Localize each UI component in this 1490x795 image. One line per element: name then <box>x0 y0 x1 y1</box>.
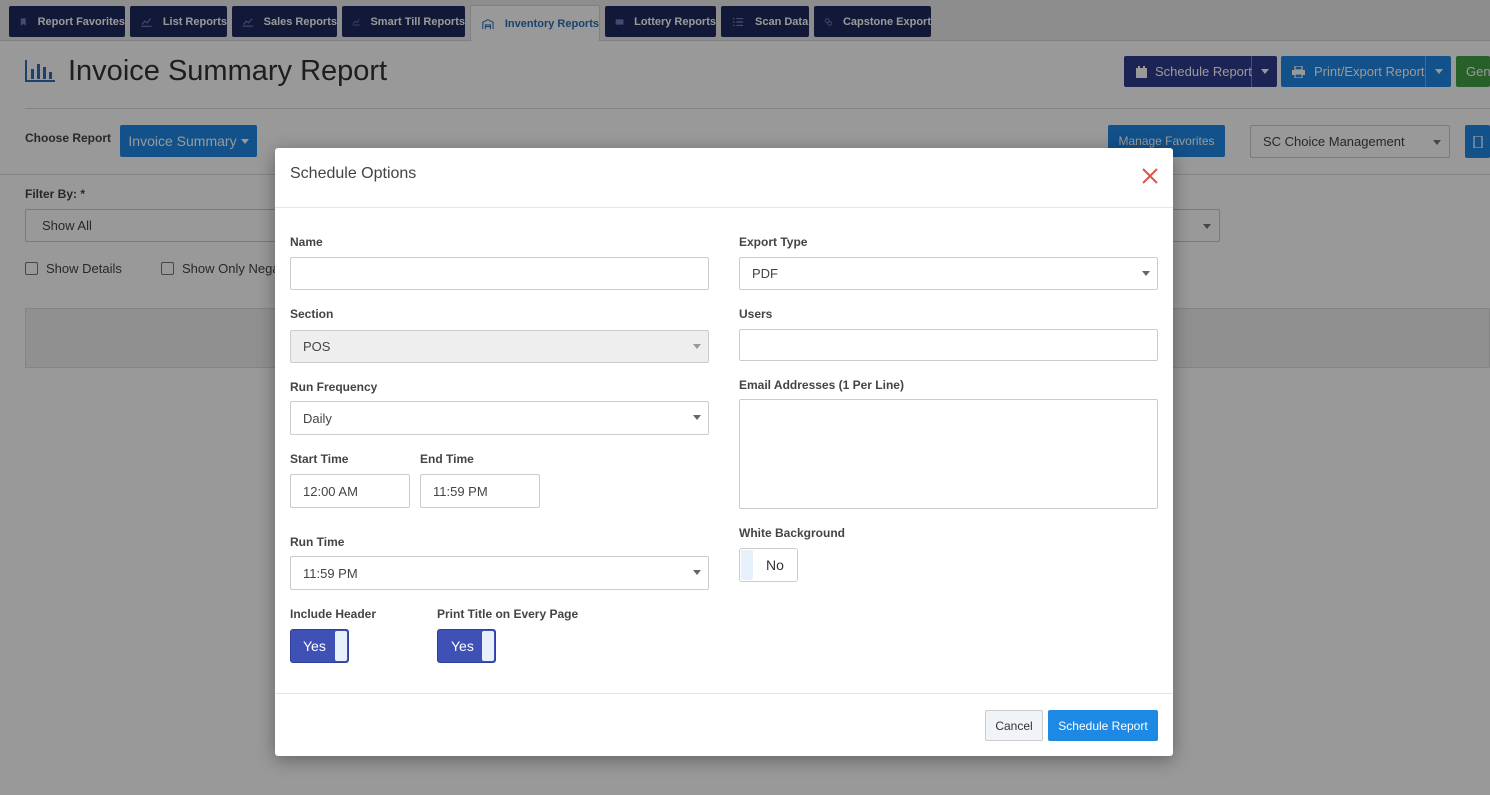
email-addresses-label: Email Addresses (1 Per Line) <box>739 378 904 392</box>
section-label: Section <box>290 307 334 321</box>
chevron-down-icon <box>693 415 701 420</box>
run-frequency-label: Run Frequency <box>290 380 378 394</box>
email-addresses-textarea[interactable] <box>739 399 1158 509</box>
name-label: Name <box>290 235 323 249</box>
toggle-knob <box>482 631 494 661</box>
toggle-knob <box>741 550 753 580</box>
white-background-label: White Background <box>739 526 846 540</box>
export-type-select[interactable]: PDF <box>739 257 1158 290</box>
toggle-knob <box>335 631 347 661</box>
modal-footer-divider <box>275 693 1173 694</box>
cancel-button[interactable]: Cancel <box>985 710 1043 741</box>
include-header-toggle[interactable]: Yes <box>290 629 349 663</box>
print-title-toggle[interactable]: Yes <box>437 629 496 663</box>
start-time-field[interactable]: 12:00 AM <box>290 474 410 508</box>
close-icon[interactable] <box>1140 166 1160 186</box>
schedule-options-modal: Schedule Options Name Section POS Run Fr… <box>275 148 1173 756</box>
include-header-label: Include Header <box>290 607 377 621</box>
modal-title: Schedule Options <box>290 165 417 182</box>
end-time-field[interactable]: 11:59 PM <box>420 474 540 508</box>
run-time-select[interactable]: 11:59 PM <box>290 556 709 590</box>
section-select: POS <box>290 330 709 363</box>
run-frequency-select[interactable]: Daily <box>290 401 709 435</box>
start-time-label: Start Time <box>290 452 349 466</box>
end-time-label: End Time <box>420 452 474 466</box>
schedule-report-submit-button[interactable]: Schedule Report <box>1048 710 1158 741</box>
users-field[interactable] <box>739 329 1158 361</box>
chevron-down-icon <box>1142 270 1150 276</box>
run-time-label: Run Time <box>290 535 345 549</box>
modal-header-divider <box>275 207 1173 208</box>
chevron-down-icon <box>693 343 701 349</box>
users-label: Users <box>739 307 773 321</box>
white-background-toggle[interactable]: No <box>739 548 798 582</box>
print-title-label: Print Title on Every Page <box>437 607 579 621</box>
chevron-down-icon <box>693 570 701 575</box>
export-type-label: Export Type <box>739 235 808 249</box>
name-field[interactable] <box>290 257 709 290</box>
